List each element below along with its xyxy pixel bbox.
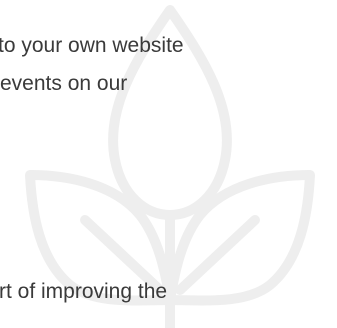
body-text-line-1: to your own website: [0, 34, 184, 57]
body-text-line-2: events on our: [0, 72, 128, 95]
body-text-line-3: rt of improving the: [0, 280, 168, 303]
page: to your own website events on our rt of …: [0, 0, 337, 328]
